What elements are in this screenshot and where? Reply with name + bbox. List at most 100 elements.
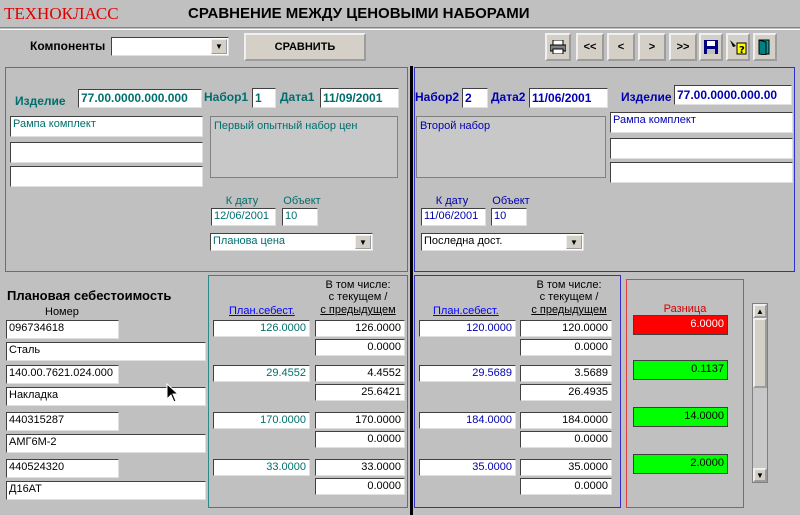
set2-set-description[interactable]: Второй набор <box>416 116 606 178</box>
window-title: СРАВНЕНИЕ МЕЖДУ ЦЕНОВЫМИ НАБОРАМИ <box>188 5 530 22</box>
cost-heading: Плановая себестоимость <box>7 288 172 303</box>
set1-date-field[interactable]: 11/09/2001 <box>320 88 399 108</box>
chevron-down-icon[interactable]: ▼ <box>211 39 227 54</box>
set2-previous-field[interactable]: 26.4935 <box>520 384 612 401</box>
row-number-field[interactable]: 140.00.7621.024.000 <box>6 365 119 384</box>
set2-current-field[interactable]: 35.0000 <box>520 459 612 476</box>
scroll-up-icon[interactable]: ▲ <box>753 304 767 318</box>
components-label: Компоненты <box>30 39 106 53</box>
last-record-button[interactable]: >> <box>669 33 697 61</box>
prev-record-button[interactable]: < <box>607 33 635 61</box>
set1-desc3-field[interactable] <box>10 166 203 187</box>
set2-object-label: Объект <box>492 195 530 207</box>
set2-date-field[interactable]: 11/06/2001 <box>529 88 608 108</box>
set2-desc3-field[interactable] <box>610 162 793 183</box>
brand-logo: ТЕХНОКЛАСС <box>4 4 119 23</box>
components-combo[interactable]: ▼ <box>111 37 229 56</box>
title-bar: ТЕХНОКЛАСС СРАВНЕНИЕ МЕЖДУ ЦЕНОВЫМИ НАБО… <box>0 0 800 28</box>
set1-previous-field[interactable]: 0.0000 <box>315 339 405 356</box>
set1-previous-field[interactable]: 25.6421 <box>315 384 405 401</box>
set1-incl-label: В том числе: <box>325 279 391 291</box>
set1-to-date-label: К дату <box>225 195 259 207</box>
compare-button[interactable]: СРАВНИТЬ <box>244 33 366 61</box>
row-material-field[interactable]: АМГ6М-2 <box>6 434 206 453</box>
set1-current-field[interactable]: 33.0000 <box>315 459 405 476</box>
mouse-cursor-icon <box>166 382 180 406</box>
set2-desc1-field[interactable]: Рампа комплект <box>610 112 793 133</box>
row-material-field[interactable]: Сталь <box>6 342 206 361</box>
number-column-label: Номер <box>45 306 79 318</box>
difference-field[interactable]: 6.0000 <box>633 315 728 335</box>
set2-product-field[interactable]: 77.00.0000.000.00 <box>674 85 792 105</box>
set1-current-field[interactable]: 126.0000 <box>315 320 405 337</box>
set2-price-type-value: Последна дост. <box>424 235 503 247</box>
set1-panel: Изделие 77.00.0000.000.000 Набор1 1 Дата… <box>5 67 408 272</box>
exit-door-icon[interactable] <box>753 33 777 61</box>
set2-plan-cost-field[interactable]: 29.5689 <box>419 365 516 382</box>
row-number-field[interactable]: 440524320 <box>6 459 119 478</box>
set1-current-field[interactable]: 4.4552 <box>315 365 405 382</box>
first-record-button[interactable]: << <box>576 33 604 61</box>
set2-object-field[interactable]: 10 <box>491 208 527 226</box>
set2-set-field[interactable]: 2 <box>462 88 488 108</box>
set1-plan-label: План.себест. <box>229 305 295 317</box>
set1-previous-field[interactable]: 0.0000 <box>315 478 405 495</box>
set1-current-field[interactable]: 170.0000 <box>315 412 405 429</box>
set1-date-label: Дата1 <box>280 90 315 104</box>
scroll-thumb[interactable] <box>753 318 767 388</box>
set1-price-type-combo[interactable]: Планова цена ▼ <box>210 233 373 251</box>
difference-field[interactable]: 14.0000 <box>633 407 728 427</box>
set2-current-field[interactable]: 184.0000 <box>520 412 612 429</box>
set1-plan-cost-field[interactable]: 29.4552 <box>213 365 310 382</box>
chevron-down-icon[interactable]: ▼ <box>355 235 371 249</box>
set2-current-field[interactable]: 3.5689 <box>520 365 612 382</box>
set2-incl-label: В том числе: <box>536 279 602 291</box>
print-icon[interactable] <box>545 33 571 61</box>
difference-field[interactable]: 0.1137 <box>633 360 728 380</box>
set1-price-type-value: Планова цена <box>213 235 286 247</box>
set2-incl-line2: с текущем / <box>539 291 599 303</box>
set2-previous-field[interactable]: 0.0000 <box>520 431 612 448</box>
set2-panel: Набор2 2 Дата2 11/06/2001 Изделие 77.00.… <box>414 67 795 272</box>
difference-label: Разница <box>663 303 707 315</box>
toolbar: Компоненты ▼ СРАВНИТЬ << < > >> ? <box>0 29 800 63</box>
save-icon[interactable] <box>699 33 723 61</box>
set1-desc2-field[interactable] <box>10 142 203 163</box>
svg-text:?: ? <box>739 45 745 55</box>
set2-plan-cost-field[interactable]: 120.0000 <box>419 320 516 337</box>
set2-plan-cost-field[interactable]: 184.0000 <box>419 412 516 429</box>
difference-field[interactable]: 2.0000 <box>633 454 728 474</box>
set2-price-type-combo[interactable]: Последна дост. ▼ <box>421 233 584 251</box>
set1-set-field[interactable]: 1 <box>252 88 276 108</box>
row-material-field[interactable]: Д16АТ <box>6 481 206 500</box>
set2-product-label: Изделие <box>621 90 672 104</box>
set2-to-date-field[interactable]: 11/06/2001 <box>421 208 486 226</box>
set2-current-field[interactable]: 120.0000 <box>520 320 612 337</box>
row-number-field[interactable]: 440315287 <box>6 412 119 431</box>
set1-incl-line2: с текущем / <box>328 291 388 303</box>
set1-set-label: Набор1 <box>204 90 249 104</box>
set1-product-field[interactable]: 77.00.0000.000.000 <box>78 89 202 108</box>
set2-previous-field[interactable]: 0.0000 <box>520 478 612 495</box>
help-icon[interactable]: ? <box>726 33 750 61</box>
set2-set-label: Набор2 <box>415 90 460 104</box>
row-number-field[interactable]: 096734618 <box>6 320 119 339</box>
set2-previous-field[interactable]: 0.0000 <box>520 339 612 356</box>
set1-plan-cost-field[interactable]: 33.0000 <box>213 459 310 476</box>
vertical-scrollbar[interactable]: ▲ ▼ <box>752 303 768 483</box>
set1-plan-cost-field[interactable]: 170.0000 <box>213 412 310 429</box>
set1-previous-field[interactable]: 0.0000 <box>315 431 405 448</box>
set1-object-field[interactable]: 10 <box>282 208 318 226</box>
next-record-button[interactable]: > <box>638 33 666 61</box>
set1-desc1-field[interactable]: Рампа комплект <box>10 116 203 137</box>
scroll-down-icon[interactable]: ▼ <box>753 468 767 482</box>
set1-to-date-field[interactable]: 12/06/2001 <box>211 208 276 226</box>
chevron-down-icon[interactable]: ▼ <box>566 235 582 249</box>
set1-set-description[interactable]: Первый опытный набор цен <box>210 116 398 178</box>
set1-plan-cost-field[interactable]: 126.0000 <box>213 320 310 337</box>
set2-desc2-field[interactable] <box>610 138 793 159</box>
set1-product-label: Изделие <box>15 94 66 108</box>
set2-incl-line3: с предыдущем <box>531 304 607 316</box>
set2-plan-cost-field[interactable]: 35.0000 <box>419 459 516 476</box>
set2-date-label: Дата2 <box>491 90 526 104</box>
